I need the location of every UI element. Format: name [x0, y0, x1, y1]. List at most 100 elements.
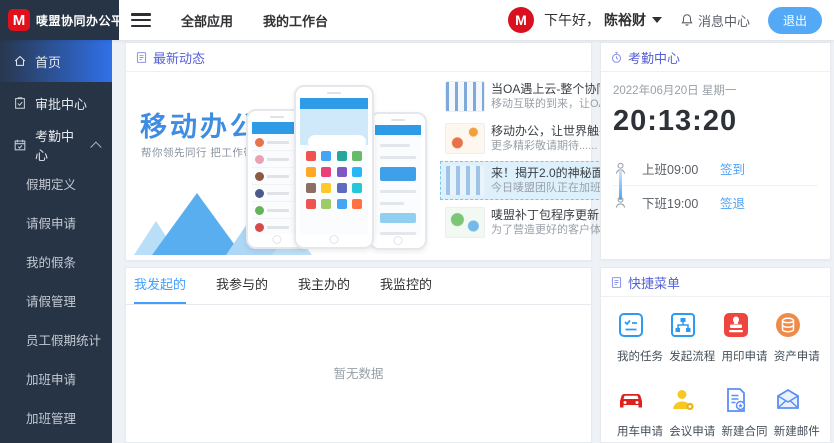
- attendance-date: 2022年06月20日 星期一: [613, 82, 818, 98]
- stopwatch-icon: [610, 51, 623, 64]
- sidebar-subitem-leave-request[interactable]: 请假申请: [0, 205, 112, 244]
- check-out-label: 下班19:00: [642, 193, 720, 212]
- empty-state-text: 暂无数据: [126, 363, 591, 382]
- tab-participated-by-me[interactable]: 我参与的: [216, 268, 268, 304]
- quick-item-new-email[interactable]: 新建邮件: [768, 386, 820, 439]
- quick-menu-panel: 快捷菜单 我的任务 发起流程 用印申请 资产申请 用车申请: [600, 267, 831, 443]
- sidebar-subitem-my-leave-notes[interactable]: 我的假条: [0, 244, 112, 283]
- user-avatar[interactable]: M: [508, 7, 534, 33]
- attendance-timeline: 上班09:00 签到 下班19:00 签退: [613, 152, 818, 219]
- message-center-button[interactable]: 消息中心: [680, 11, 750, 30]
- phone-mockup-right: [369, 112, 427, 250]
- attendance-clock: 20:13:20: [613, 105, 818, 138]
- oa-platform-app: M 唛盟协同办公平台 全部应用 我的工作台 M 下午好，陈裕财 消息中心 退出 …: [0, 0, 834, 443]
- nav-all-apps[interactable]: 全部应用: [181, 11, 233, 30]
- sidebar-item-approval[interactable]: 审批中心: [0, 82, 112, 124]
- attendance-panel-header: 考勤中心: [601, 43, 830, 72]
- database-icon: [774, 311, 802, 339]
- app-title: 唛盟协同办公平台: [36, 12, 136, 29]
- sidebar-subitem-leave-management[interactable]: 请假管理: [0, 283, 112, 322]
- quick-item-label: 资产申请: [774, 348, 820, 364]
- quick-menu-header: 快捷菜单: [601, 268, 830, 297]
- car-icon: [617, 386, 645, 414]
- home-icon: [13, 54, 27, 68]
- tab-initiated-by-me[interactable]: 我发起的: [134, 268, 186, 304]
- quick-item-meeting-request[interactable]: 会议申请: [663, 386, 715, 439]
- person-gear-icon: [669, 386, 697, 414]
- dropdown-caret-icon: [652, 17, 662, 23]
- chevron-up-icon: [91, 141, 102, 152]
- check-in-label: 上班09:00: [642, 159, 720, 178]
- news-thumbnail: [445, 81, 485, 112]
- tab-hosted-by-me[interactable]: 我主办的: [298, 268, 350, 304]
- document-icon: [135, 51, 148, 64]
- mobile-office-banner[interactable]: 移动办公 帮你领先同行 把工作带出办公室: [134, 77, 434, 255]
- document-icon: [610, 276, 623, 289]
- tasks-tab-bar: 我发起的 我参与的 我主办的 我监控的: [126, 268, 591, 305]
- latest-news-panel: 最新动态 移动办公 帮你领先同行 把工作带出办公室: [125, 42, 592, 261]
- attendance-panel-title: 考勤中心: [628, 48, 680, 67]
- sidebar-subitem-overtime-request[interactable]: 加班申请: [0, 361, 112, 400]
- news-thumbnail: [445, 165, 485, 196]
- header-right: M 下午好，陈裕财 消息中心 退出: [508, 7, 834, 34]
- quick-item-vehicle-request[interactable]: 用车申请: [611, 386, 663, 439]
- quick-menu-grid: 我的任务 发起流程 用印申请 资产申请 用车申请 会议申请: [601, 297, 830, 439]
- quick-menu-title: 快捷菜单: [628, 273, 680, 292]
- quick-item-label: 新建合同: [722, 423, 768, 439]
- user-name: 陈裕财: [604, 10, 646, 30]
- sidebar: 首页 审批中心 考勤中心 假期定义 请假申请 我的假条 请假管理 员工假期统计 …: [0, 40, 112, 443]
- quick-item-label: 用车申请: [617, 423, 663, 439]
- news-body: 移动办公 帮你领先同行 把工作带出办公室: [126, 72, 591, 261]
- user-menu[interactable]: 下午好，陈裕财: [544, 10, 662, 30]
- quick-item-label: 会议申请: [669, 423, 715, 439]
- stamp-icon: [722, 311, 750, 339]
- quick-item-label: 我的任务: [617, 348, 663, 364]
- logo-m-icon: M: [8, 9, 30, 31]
- menu-toggle-icon[interactable]: [131, 13, 151, 27]
- top-header: M 唛盟协同办公平台 全部应用 我的工作台 M 下午好，陈裕财 消息中心 退出: [0, 0, 834, 40]
- bell-icon: [680, 13, 694, 27]
- quick-item-asset-request[interactable]: 资产申请: [768, 311, 820, 364]
- contract-icon: [722, 386, 750, 414]
- clipboard-icon: [13, 96, 27, 110]
- quick-item-label: 发起流程: [669, 348, 715, 364]
- sidebar-item-attendance[interactable]: 考勤中心: [0, 124, 112, 166]
- banner-title: 移动办公: [140, 105, 260, 144]
- quick-item-seal-request[interactable]: 用印申请: [716, 311, 768, 364]
- sidebar-subitem-overtime-management[interactable]: 加班管理: [0, 400, 112, 439]
- my-tasks-panel: 我发起的 我参与的 我主办的 我监控的 暂无数据: [125, 267, 592, 443]
- sidebar-subitem-holiday-definition[interactable]: 假期定义: [0, 166, 112, 205]
- greeting-text: 下午好，: [544, 10, 600, 30]
- task-list-icon: [617, 311, 645, 339]
- check-out-link[interactable]: 签退: [720, 193, 745, 212]
- check-in-link[interactable]: 签到: [720, 159, 745, 178]
- quick-item-label: 用印申请: [722, 348, 768, 364]
- sidebar-item-label: 首页: [35, 52, 61, 71]
- top-nav: 全部应用 我的工作台: [181, 11, 328, 30]
- attendance-panel: 考勤中心 2022年06月20日 星期一 20:13:20 上班09:00 签到…: [600, 42, 831, 260]
- check-in-row: 上班09:00 签到: [613, 152, 818, 185]
- nav-my-workbench[interactable]: 我的工作台: [263, 11, 328, 30]
- logout-button[interactable]: 退出: [768, 7, 822, 34]
- quick-item-my-tasks[interactable]: 我的任务: [611, 311, 663, 364]
- timeline-connector: [619, 170, 622, 200]
- envelope-icon: [774, 386, 802, 414]
- news-thumbnail: [445, 207, 485, 238]
- brand-logo: M 唛盟协同办公平台: [0, 0, 119, 40]
- quick-item-start-process[interactable]: 发起流程: [663, 311, 715, 364]
- flowchart-icon: [669, 311, 697, 339]
- sidebar-item-home[interactable]: 首页: [0, 40, 112, 82]
- sidebar-item-label: 考勤中心: [35, 126, 84, 164]
- phone-mockup-center: [294, 85, 374, 249]
- quick-item-label: 新建邮件: [774, 423, 820, 439]
- attendance-body: 2022年06月20日 星期一 20:13:20 上班09:00 签到 下班19…: [601, 72, 830, 219]
- sidebar-subitem-employee-holiday-stats[interactable]: 员工假期统计: [0, 322, 112, 361]
- calendar-icon: [13, 138, 27, 152]
- message-center-label: 消息中心: [698, 11, 750, 30]
- tab-monitored-by-me[interactable]: 我监控的: [380, 268, 432, 304]
- check-out-row: 下班19:00 签退: [613, 185, 818, 219]
- sidebar-item-label: 审批中心: [35, 94, 87, 113]
- news-panel-title: 最新动态: [153, 48, 205, 67]
- news-thumbnail: [445, 123, 485, 154]
- quick-item-new-contract[interactable]: 新建合同: [716, 386, 768, 439]
